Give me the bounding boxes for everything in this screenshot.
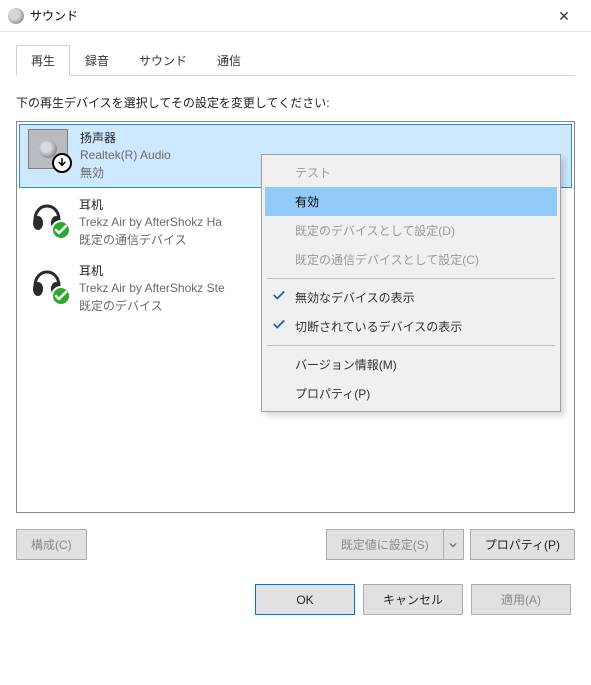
ok-button[interactable]: OK	[255, 584, 355, 615]
device-title: 扬声器	[80, 129, 171, 146]
titlebar: サウンド ✕	[0, 0, 591, 32]
ctx-test[interactable]: テスト	[265, 158, 557, 187]
tab-playback[interactable]: 再生	[16, 45, 70, 76]
disabled-overlay-icon	[52, 153, 72, 173]
device-status: 無効	[80, 164, 171, 181]
device-list: 扬声器 Realtek(R) Audio 無効 耳机 Trekz Air by …	[16, 121, 575, 513]
check-overlay-icon	[51, 286, 71, 306]
device-title: 耳机	[79, 196, 222, 213]
tab-bar: 再生 録音 サウンド 通信	[16, 44, 575, 76]
tab-communications[interactable]: 通信	[202, 45, 256, 76]
apply-button[interactable]: 適用(A)	[471, 584, 571, 615]
tab-sounds[interactable]: サウンド	[124, 45, 202, 76]
ctx-separator	[267, 345, 555, 346]
device-status: 既定の通信デバイス	[79, 231, 222, 248]
device-status: 既定のデバイス	[79, 297, 225, 314]
close-button[interactable]: ✕	[541, 1, 587, 31]
ctx-properties[interactable]: プロパティ(P)	[265, 379, 557, 408]
context-menu: テスト 有効 既定のデバイスとして設定(D) 既定の通信デバイスとして設定(C)…	[261, 154, 561, 412]
properties-button[interactable]: プロパティ(P)	[470, 529, 575, 560]
ctx-set-default[interactable]: 既定のデバイスとして設定(D)	[265, 216, 557, 245]
headset-icon	[27, 196, 67, 236]
app-icon	[8, 8, 24, 24]
ctx-label: 無効なデバイスの表示	[295, 291, 415, 305]
tab-recording[interactable]: 録音	[70, 45, 124, 76]
device-subtitle: Trekz Air by AfterShokz Ha	[79, 215, 222, 229]
device-subtitle: Realtek(R) Audio	[80, 148, 171, 162]
cancel-button[interactable]: キャンセル	[363, 584, 463, 615]
chevron-down-icon	[449, 541, 457, 549]
ctx-show-disabled[interactable]: 無効なデバイスの表示	[265, 283, 557, 312]
set-default-button[interactable]: 既定値に設定(S)	[326, 529, 444, 560]
speaker-icon	[28, 129, 68, 169]
window-title: サウンド	[30, 7, 541, 24]
configure-button[interactable]: 構成(C)	[16, 529, 87, 560]
close-icon: ✕	[558, 9, 570, 23]
check-icon	[272, 288, 286, 302]
device-title: 耳机	[79, 262, 225, 279]
set-default-dropdown[interactable]	[444, 529, 464, 560]
ctx-set-default-comm[interactable]: 既定の通信デバイスとして設定(C)	[265, 245, 557, 274]
headset-icon	[27, 262, 67, 302]
ctx-enable[interactable]: 有効	[265, 187, 557, 216]
ctx-show-disconnected[interactable]: 切断されているデバイスの表示	[265, 312, 557, 341]
ctx-about[interactable]: バージョン情報(M)	[265, 350, 557, 379]
ctx-label: 切断されているデバイスの表示	[295, 320, 462, 334]
instruction-text: 下の再生デバイスを選択してその設定を変更してください:	[16, 94, 575, 111]
check-icon	[272, 317, 286, 331]
device-subtitle: Trekz Air by AfterShokz Ste	[79, 281, 225, 295]
check-overlay-icon	[51, 220, 71, 240]
ctx-separator	[267, 278, 555, 279]
